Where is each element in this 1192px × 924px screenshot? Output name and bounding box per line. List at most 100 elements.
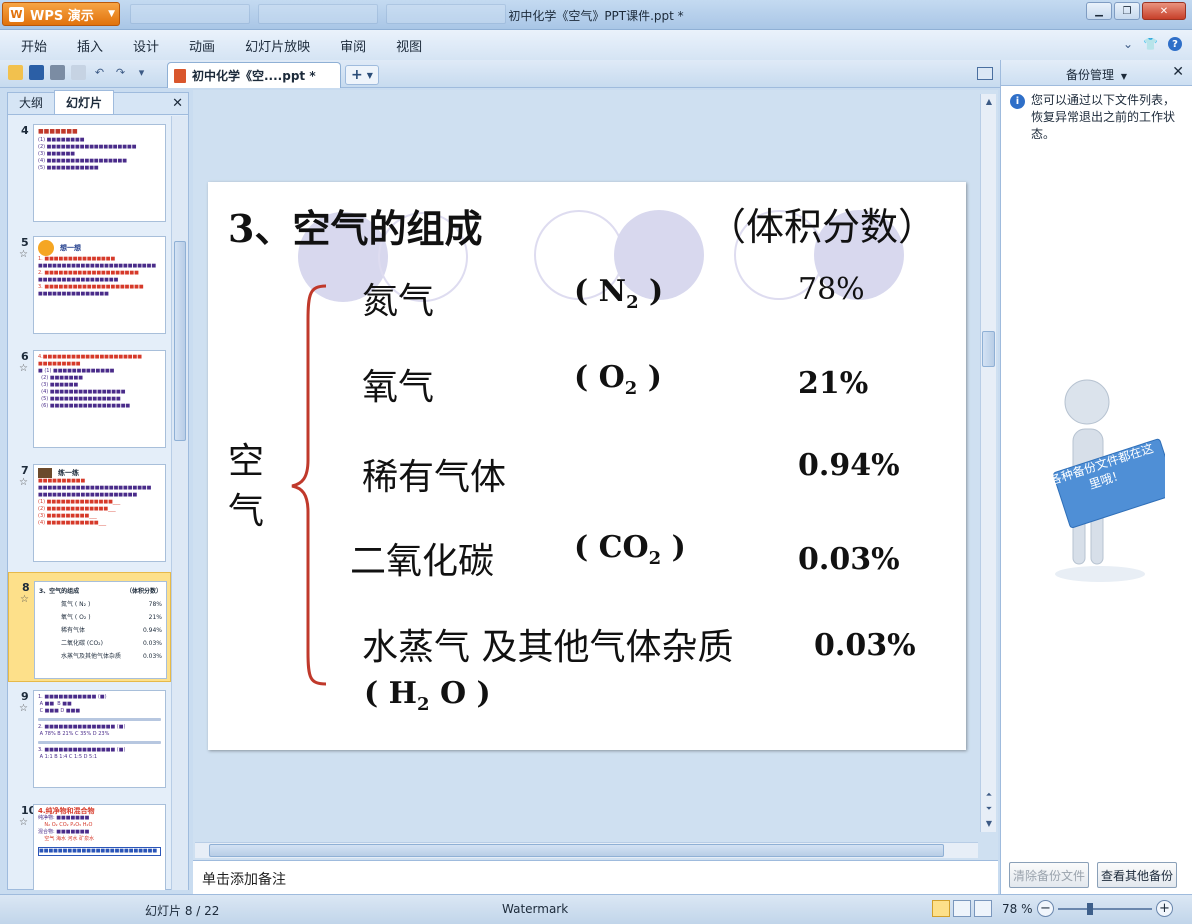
menu-home[interactable]: 开始 xyxy=(21,36,47,55)
slide-number: 9 xyxy=(21,690,29,703)
horizontal-scrollbar[interactable] xyxy=(195,842,978,858)
formula-subscript: 2 xyxy=(416,694,430,715)
formula-text: ( O xyxy=(574,360,625,395)
slide-sorter-view-icon[interactable] xyxy=(953,900,971,917)
help-icon[interactable]: ? xyxy=(1168,37,1182,51)
info-icon: i xyxy=(1010,94,1025,109)
window-title: 初中化学《空气》PPT课件.ppt * xyxy=(508,9,684,23)
formula-nitrogen: ( N2 ) xyxy=(574,274,663,313)
gas-name-co2: 二氧化碳 xyxy=(350,541,495,582)
tab-outline[interactable]: 大纲 xyxy=(8,91,54,114)
thumb-subheading: （体积分数） xyxy=(125,588,162,595)
window-controls: ▁ ❐ ✕ xyxy=(1086,2,1186,20)
print-preview-icon[interactable] xyxy=(71,65,86,80)
undo-icon[interactable]: ↶ xyxy=(92,65,107,80)
slide-thumbnail-list: 4 ■■■■■■■ (1) ■■■■■■■■ (2) ■■■■■■■■■■■■■■… xyxy=(8,116,171,890)
normal-view-icon[interactable] xyxy=(932,900,950,917)
next-slide-icon[interactable]: ⏷ xyxy=(981,802,997,816)
close-panel-icon[interactable]: ✕ xyxy=(1172,64,1184,80)
scroll-down-icon[interactable]: ▼ xyxy=(981,816,997,830)
zoom-out-button[interactable]: − xyxy=(1037,900,1054,917)
slide-number: 6 xyxy=(21,350,29,363)
formula-subscript: 2 xyxy=(626,292,639,313)
vertical-scroll-thumb[interactable] xyxy=(982,331,995,367)
formula-text: ( H xyxy=(364,676,417,711)
slide-preview: 想一想 1. ■■■■■■■■■■■■■■■ ■■■■■■■■■■■■■■■■■■… xyxy=(33,236,166,334)
slides-panel-scroll-thumb[interactable] xyxy=(174,241,186,441)
menu-bar: 开始 插入 设计 动画 幻灯片放映 审阅 视图 ⌄ 👕 ? xyxy=(0,30,1192,60)
save-icon[interactable] xyxy=(29,65,44,80)
notes-placeholder: 单击添加备注 xyxy=(202,872,286,888)
new-document-button[interactable]: + ▼ xyxy=(345,65,379,85)
slide-thumbnail-7[interactable]: 7 ☆ 练一练 ■■■■■■■■■■ ■■■■■■■■■■■■■■■■■■■■■■… xyxy=(8,456,171,572)
backup-file-list[interactable]: 各种备份文件都在这里哦！ xyxy=(1009,144,1181,858)
gas-name-water: 水蒸气 及其他气体杂质 xyxy=(362,627,734,668)
collapse-ribbon-icon[interactable]: ⌄ xyxy=(1123,37,1133,51)
slide-preview: 3、空气的组成 （体积分数） 氮气 ( N₂ ) 78% 氧气 ( O₂ ) 21% … xyxy=(34,581,167,679)
prev-slide-icon[interactable]: ⏶ xyxy=(981,788,997,802)
slide-thumbnail-9[interactable]: 9 ☆ 1. ■■■■■■■■■■■ (■) A ■■ B ■■ C ■■■ D… xyxy=(8,682,171,796)
title-bar: W WPS 演示 ▼ 初中化学《空气》PPT课件.ppt * ▁ ❐ ✕ xyxy=(0,0,1192,30)
menu-insert[interactable]: 插入 xyxy=(77,36,103,55)
gas-name-oxygen: 氧气 xyxy=(362,367,435,408)
minimize-button[interactable]: ▁ xyxy=(1086,2,1112,20)
ppt-file-icon xyxy=(174,68,186,83)
new-tab-label: + xyxy=(351,67,363,83)
thumb-heading: 4.纯净物和混合物 xyxy=(38,807,95,815)
zoom-slider[interactable] xyxy=(1058,908,1152,910)
maximize-button[interactable]: ❐ xyxy=(1114,2,1140,20)
slide-subtitle: （体积分数） xyxy=(708,205,937,249)
clear-backup-button[interactable]: 清除备份文件 xyxy=(1009,862,1089,888)
slides-panel: 大纲 幻灯片 ✕ 4 ■■■■■■■ (1) ■■■■■■■■ (2) ■■■■■… xyxy=(7,90,189,890)
formula-close: ) xyxy=(638,274,664,309)
tab-slides[interactable]: 幻灯片 xyxy=(54,90,115,114)
animation-star-icon: ☆ xyxy=(19,249,28,260)
print-icon[interactable] xyxy=(50,65,65,80)
view-other-backups-button[interactable]: 查看其他备份 xyxy=(1097,862,1177,888)
slide-thumbnail-8-selected[interactable]: 8 ☆ 3、空气的组成 （体积分数） 氮气 ( N₂ ) 78% 氧气 ( O₂ )… xyxy=(8,572,171,682)
status-bar: 幻灯片 8 / 22 Watermark 78 % − + xyxy=(0,894,1192,924)
scroll-up-icon[interactable]: ▲ xyxy=(981,94,997,108)
redo-icon[interactable]: ↷ xyxy=(113,65,128,80)
slides-panel-tabs: 大纲 幻灯片 ✕ xyxy=(8,90,188,115)
backup-panel-header[interactable]: 备份管理 ▼ ✕ xyxy=(1001,60,1192,86)
formula-close: ) xyxy=(637,360,662,395)
animation-star-icon: ☆ xyxy=(20,594,29,605)
formula-text: ( CO xyxy=(574,530,649,565)
open-icon[interactable] xyxy=(8,65,23,80)
slide-thumbnail-10[interactable]: 10 ☆ 4.纯净物和混合物 纯净物: ■■■■■■■ N₂ O₂ CO₂ P₂… xyxy=(8,796,171,890)
backup-info-text: 您可以通过以下文件列表，恢复异常退出之前的工作状态。 xyxy=(1031,93,1176,141)
close-window-button[interactable]: ✕ xyxy=(1142,2,1186,20)
document-tab-label: 初中化学《空....ppt * xyxy=(192,69,316,83)
layout-toggle-icon[interactable] xyxy=(977,67,993,80)
slide-thumbnail-4[interactable]: 4 ■■■■■■■ (1) ■■■■■■■■ (2) ■■■■■■■■■■■■■■… xyxy=(8,116,171,228)
menu-animation[interactable]: 动画 xyxy=(189,36,215,55)
formula-oxygen: ( O2 ) xyxy=(574,360,662,399)
backup-info: i 您可以通过以下文件列表，恢复异常退出之前的工作状态。 xyxy=(1001,86,1192,143)
close-panel-icon[interactable]: ✕ xyxy=(172,96,183,111)
menu-slideshow[interactable]: 幻灯片放映 xyxy=(245,36,310,55)
percent-noble: 0.94% xyxy=(798,448,900,483)
slide-thumbnail-5[interactable]: 5 ☆ 想一想 1. ■■■■■■■■■■■■■■■ ■■■■■■■■■■■■■■… xyxy=(8,228,171,342)
horizontal-scroll-thumb[interactable] xyxy=(209,844,944,857)
slides-panel-scrollbar[interactable] xyxy=(171,116,188,890)
skin-icon[interactable]: 👕 xyxy=(1143,37,1158,51)
menu-review[interactable]: 审阅 xyxy=(340,36,366,55)
notes-pane[interactable]: 单击添加备注 xyxy=(193,860,998,894)
zoom-in-button[interactable]: + xyxy=(1156,900,1173,917)
slide-number: 5 xyxy=(21,236,29,249)
customize-toolbar-icon[interactable]: ▾ xyxy=(134,65,149,80)
animation-star-icon: ☆ xyxy=(19,703,28,714)
document-tab[interactable]: 初中化学《空....ppt * xyxy=(167,62,341,88)
vertical-scrollbar[interactable]: ▲ ⏶ ⏷ ▼ xyxy=(980,94,996,832)
thumb-heading: 3、空气的组成 xyxy=(39,588,80,595)
view-buttons xyxy=(932,900,992,917)
menu-view[interactable]: 视图 xyxy=(396,36,422,55)
current-slide[interactable]: 3、空气的组成 （体积分数） 空气 氮气 ( N2 ) 78% 氧气 ( O2 … xyxy=(208,182,966,750)
slideshow-view-icon[interactable] xyxy=(974,900,992,917)
menu-design[interactable]: 设计 xyxy=(133,36,159,55)
quick-access-toolbar: ↶ ↷ ▾ 初中化学《空....ppt * + ▼ xyxy=(0,60,1000,88)
zoom-slider-knob[interactable] xyxy=(1087,903,1093,915)
slide-thumbnail-6[interactable]: 6 ☆ 4.■■■■■■■■■■■■■■■■■■■■■ ■■■■■■■■■ ■ (… xyxy=(8,342,171,456)
slide-title: 3、空气的组成 xyxy=(228,206,483,251)
